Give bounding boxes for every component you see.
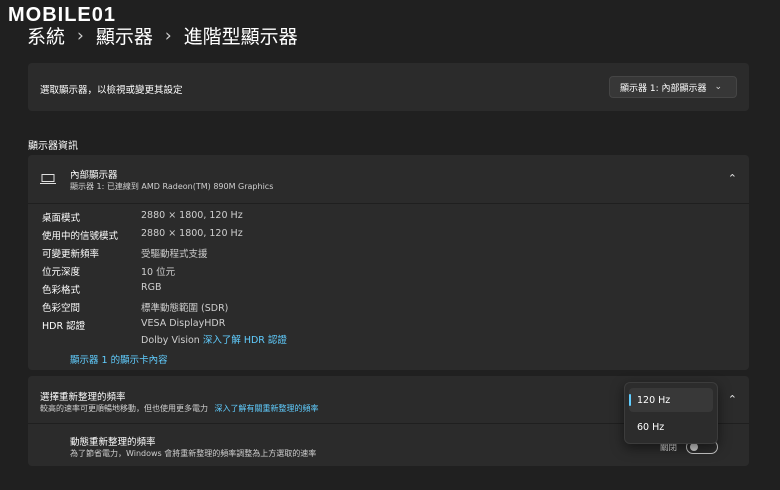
refresh-rate-desc: 較高的速率可更順暢地移動，但也使用更多電力 <box>40 404 208 413</box>
property-key: 位元深度 <box>42 267 81 278</box>
display-properties-list: 桌面模式 2880 × 1800, 120 Hz 使用中的信號模式 2880 ×… <box>42 210 442 350</box>
chevron-down-icon: ⌄ <box>714 82 723 92</box>
adapter-properties-link[interactable]: 顯示器 1 的顯示卡內容 <box>70 352 168 366</box>
refresh-rate-dropdown: 120 Hz 60 Hz <box>624 382 718 444</box>
breadcrumb: 系統 › 顯示器 › 進階型顯示器 <box>27 22 298 49</box>
hdr-learn-more-link[interactable]: 深入了解 HDR 認證 <box>203 335 287 346</box>
internal-display-subtitle: 顯示器 1: 已連線到 AMD Radeon(TM) 890M Graphics <box>70 182 274 191</box>
toggle-knob <box>690 443 698 451</box>
refresh-rate-title: 選擇重新整理的頻率 <box>40 392 126 403</box>
property-value: 標準動態範圍 (SDR) <box>141 303 229 314</box>
property-value: VESA DisplayHDR <box>141 318 226 329</box>
property-row: 位元深度 10 位元 <box>42 264 442 282</box>
chevron-up-icon[interactable]: ⌃ <box>728 393 737 406</box>
refresh-option-120hz[interactable]: 120 Hz <box>629 388 713 412</box>
display-select-value: 顯示器 1: 內部顯示器 <box>620 83 707 94</box>
property-row: 可變更新頻率 受驅動程式支援 <box>42 246 442 264</box>
property-row: 桌面模式 2880 × 1800, 120 Hz <box>42 210 442 228</box>
property-row: 色彩格式 RGB <box>42 282 442 300</box>
laptop-icon <box>40 174 56 184</box>
property-value: 10 位元 <box>141 267 176 278</box>
display-select-dropdown[interactable]: 顯示器 1: 內部顯示器 ⌄ <box>609 76 737 98</box>
chevron-up-icon[interactable]: ⌃ <box>728 172 737 185</box>
hdr-cert-dolby: Dolby Vision <box>141 335 200 346</box>
breadcrumb-system[interactable]: 系統 <box>27 22 65 49</box>
page-title: 進階型顯示器 <box>183 26 298 48</box>
property-row: 色彩空間 標準動態範圍 (SDR) <box>42 300 442 318</box>
property-row: Dolby Vision 深入了解 HDR 認證 <box>42 332 442 350</box>
property-key: 使用中的信號模式 <box>42 231 119 242</box>
property-key: 可變更新頻率 <box>42 249 100 260</box>
property-key: HDR 認證 <box>42 321 86 332</box>
divider <box>28 203 749 204</box>
property-value: 受驅動程式支援 <box>141 249 208 260</box>
property-key: 色彩空間 <box>42 303 81 314</box>
refresh-option-60hz[interactable]: 60 Hz <box>629 415 713 439</box>
internal-display-title: 內部顯示器 <box>70 170 118 181</box>
dynamic-refresh-desc: 為了節省電力，Windows 會將重新整理的頻率調整為上方選取的速率 <box>70 449 317 458</box>
property-key: 色彩格式 <box>42 285 81 296</box>
property-value: 2880 × 1800, 120 Hz <box>141 210 243 221</box>
breadcrumb-separator: › <box>77 25 84 46</box>
internal-display-header[interactable]: 內部顯示器 顯示器 1: 已連線到 AMD Radeon(TM) 890M Gr… <box>28 155 749 203</box>
refresh-rate-learn-more-link[interactable]: 深入了解有關重新整理的頻率 <box>215 404 319 413</box>
property-value: 2880 × 1800, 120 Hz <box>141 228 243 239</box>
property-row: 使用中的信號模式 2880 × 1800, 120 Hz <box>42 228 442 246</box>
breadcrumb-separator: › <box>164 25 172 46</box>
breadcrumb-display[interactable]: 顯示器 <box>96 22 153 49</box>
property-row: HDR 認證 VESA DisplayHDR <box>42 318 442 332</box>
section-title-display-info: 顯示器資訊 <box>28 141 78 152</box>
select-display-label: 選取顯示器，以檢視或變更其設定 <box>40 85 183 96</box>
property-value: RGB <box>141 282 162 293</box>
property-key: 桌面模式 <box>42 213 81 224</box>
select-display-card: 選取顯示器，以檢視或變更其設定 顯示器 1: 內部顯示器 ⌄ <box>28 63 749 111</box>
dynamic-refresh-title: 動態重新整理的頻率 <box>70 437 156 448</box>
